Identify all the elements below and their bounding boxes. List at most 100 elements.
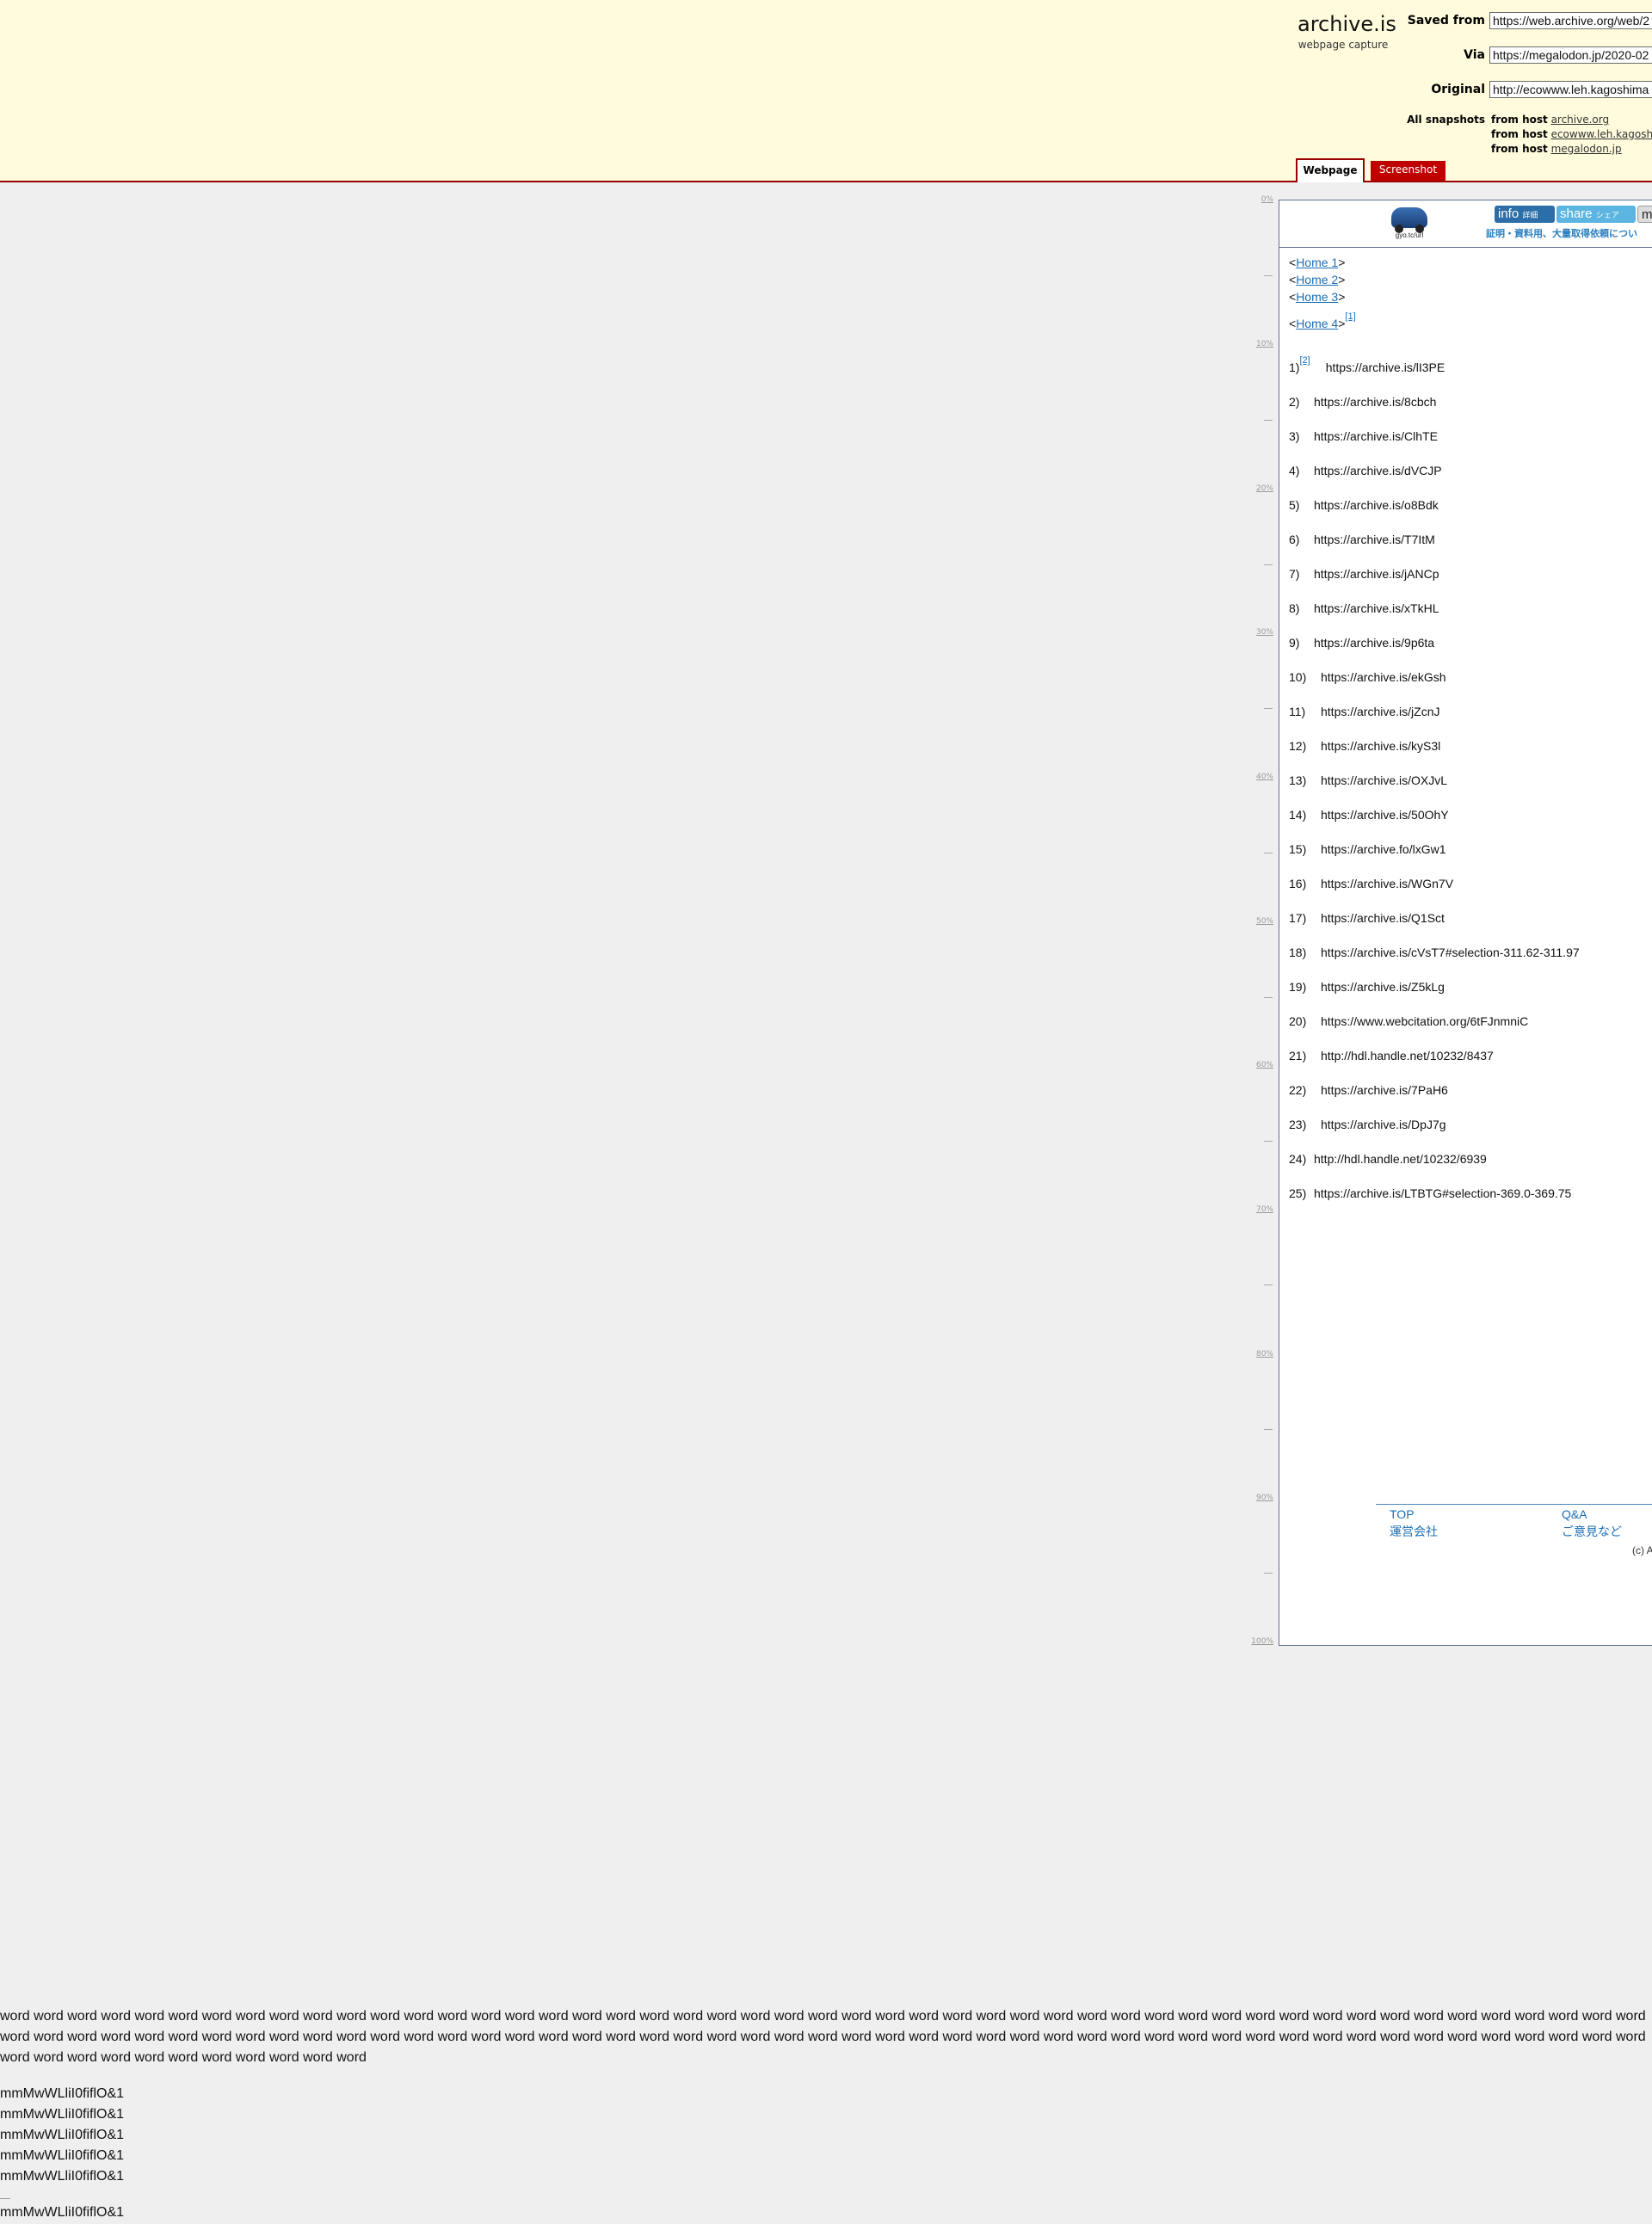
list-item: 8) https://archive.is/xTkHL [1289,601,1439,615]
font-probe-line: mmMwWLliI0fiflO&1 [0,2107,125,2122]
item-url: https://archive.is/ClhTE [1314,429,1438,443]
all-snapshots-label: All snapshots [1407,114,1485,126]
footer-feedback-link[interactable]: ご意見など [1562,1525,1622,1538]
info-button[interactable]: info 詳細 [1495,206,1555,223]
captured-page: gyo.tc/url info 詳細 share シェア m 証明・資料用、大量… [1279,200,1652,1646]
word-paragraph: word word word word word word word word … [0,2009,1646,2065]
item-number: 8) [1289,601,1300,615]
ruler-label[interactable]: 100% [1251,1637,1273,1646]
item-number: 5) [1289,498,1300,512]
item-number: 10) [1289,670,1307,684]
item-number: 22) [1289,1083,1307,1097]
item-number: 25) [1289,1186,1307,1200]
share-button[interactable]: share シェア [1556,206,1636,223]
list-item: 10) https://archive.is/ekGsh [1289,670,1446,684]
list-item: 14) https://archive.is/50OhY [1289,808,1449,822]
saved-from-label: Saved from [1407,14,1485,28]
item-url: https://archive.is/LTBTG#selection-369.0… [1314,1186,1572,1200]
item-url: https://archive.is/jANCp [1314,567,1439,581]
home-4-link[interactable]: Home 4 [1296,317,1338,330]
font-probe-line: mmMwWLliI0fiflO&1 [0,2086,125,2101]
item-number: 18) [1289,946,1307,959]
item-url: https://archive.is/Q1Sct [1321,911,1445,925]
tab-screenshot[interactable]: Screenshot [1371,161,1446,181]
item-url: https://archive.is/T7ItM [1314,533,1435,546]
home-1-link[interactable]: Home 1 [1296,256,1338,269]
gyo-logo-icon[interactable]: gyo.tc/url [1390,204,1429,242]
item-number: 16) [1289,877,1307,890]
ruler-tick [1264,1284,1273,1285]
item-url: https://archive.is/8cbch [1314,395,1437,409]
item-number: 9) [1289,636,1300,650]
snapshot-row: from host ecowww.leh.kagoshim [1491,127,1652,141]
ruler-label[interactable]: 60% [1251,1061,1273,1069]
list-item: 21) http://hdl.handle.net/10232/8437 [1289,1049,1494,1063]
snapshot-host-link[interactable]: ecowww.leh.kagoshim [1551,128,1652,140]
share-button-label: share [1560,206,1593,221]
ruler-label[interactable]: 80% [1251,1350,1273,1358]
home-line: <Home 2> [1289,273,1346,286]
archive-header: archive.is webpage capture Saved from ht… [0,0,1652,182]
list-item: 11) https://archive.is/jZcnJ [1289,705,1440,718]
item-number: 7) [1289,567,1300,581]
via-label: Via [1464,48,1485,62]
snapshot-prefix: from host [1491,128,1548,140]
snapshot-prefix: from host [1491,114,1548,126]
footer-top-link[interactable]: TOP [1390,1507,1415,1521]
footer-copyright: (c) A [1632,1544,1652,1556]
item-url: http://hdl.handle.net/10232/8437 [1321,1049,1494,1063]
list-item: 4) https://archive.is/dVCJP [1289,464,1442,477]
footer-qa-link[interactable]: Q&A [1562,1507,1587,1521]
item-url: https://www.webcitation.org/6tFJnmniC [1321,1014,1529,1028]
item-number: 1) [1289,360,1300,374]
ruler-tick [1264,1141,1273,1142]
footer-company-link[interactable]: 運営会社 [1390,1525,1438,1538]
ruler-label[interactable]: 50% [1251,917,1273,926]
list-item: 1)[2] https://archive.is/lI3PE [1289,355,1445,374]
original-label: Original [1431,83,1485,96]
item-url: https://archive.is/ekGsh [1321,670,1446,684]
original-field[interactable]: http://ecowww.leh.kagoshima [1489,81,1652,98]
home-2-link[interactable]: Home 2 [1296,273,1338,286]
ruler-label[interactable]: 70% [1251,1205,1273,1214]
list-item: 15) https://archive.fo/lxGw1 [1289,842,1446,856]
item-url: https://archive.is/7PaH6 [1321,1083,1448,1097]
list-item: 13) https://archive.is/OXJvL [1289,773,1447,787]
archive-brand[interactable]: archive.is webpage capture [1298,10,1396,52]
info-button-label: info [1498,206,1519,221]
request-note-link[interactable]: 証明・資料用、大量取得依頼につい [1486,226,1637,240]
archive-logo[interactable]: archive.is [1298,10,1396,38]
more-button[interactable]: m [1637,206,1652,223]
footnote-1-link[interactable]: [1] [1345,311,1355,322]
home-3-link[interactable]: Home 3 [1296,290,1338,304]
via-field[interactable]: https://megalodon.jp/2020-02 [1489,46,1652,64]
snapshot-host-link[interactable]: megalodon.jp [1551,143,1622,155]
tab-webpage[interactable]: Webpage [1296,158,1365,182]
item-number: 19) [1289,980,1307,994]
item-url: https://archive.is/9p6ta [1314,636,1435,650]
footer-divider [1376,1504,1652,1505]
snapshot-host-link[interactable]: archive.org [1551,114,1610,126]
item-url: https://archive.is/xTkHL [1314,601,1439,615]
item-url: https://archive.is/Z5kLg [1321,980,1445,994]
gyo-logo-text: gyo.tc/url [1395,231,1424,239]
item-url: https://archive.is/dVCJP [1314,464,1442,477]
item-url: https://archive.fo/lxGw1 [1321,842,1446,856]
item-url: https://archive.is/WGn7V [1321,877,1454,890]
footnote-2-link[interactable]: [2] [1299,355,1310,366]
item-number: 12) [1289,739,1307,753]
ruler-label[interactable]: 20% [1251,484,1273,493]
item-url: https://archive.is/cVsT7#selection-311.6… [1321,946,1580,959]
ruler-label[interactable]: 0% [1251,195,1273,204]
ruler-label[interactable]: 30% [1251,628,1273,637]
saved-from-field[interactable]: https://web.archive.org/web/2 [1489,12,1652,29]
home-line: <Home 4>[1] [1289,311,1356,330]
list-item: 19) https://archive.is/Z5kLg [1289,980,1445,994]
ruler-label[interactable]: 40% [1251,773,1273,781]
list-item: 25) https://archive.is/LTBTG#selection-36… [1289,1186,1571,1200]
font-probe-line: mmMwWLliI0fiflO&1 [0,2169,125,2184]
list-item: 18) https://archive.is/cVsT7#selection-31… [1289,946,1580,959]
ruler-label[interactable]: 10% [1251,340,1273,348]
share-button-sub: シェア [1595,211,1619,219]
ruler-label[interactable]: 90% [1251,1494,1273,1502]
